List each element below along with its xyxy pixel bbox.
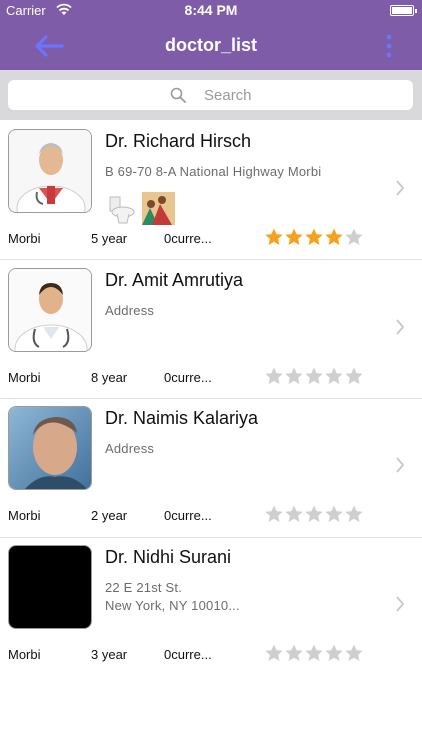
toilet-thumbnail-image [105,192,138,225]
status-bar: Carrier 8:44 PM [0,0,422,22]
top-bar: Carrier 8:44 PM doctor_list [0,0,422,70]
doctor-city: Morbi [8,370,41,385]
star-empty-icon [325,367,343,384]
star-empty-icon [345,644,363,661]
star-filled-icon [305,228,323,245]
chevron-right-icon [396,457,405,473]
battery-icon [390,5,417,16]
doctor-experience: 8 year [91,370,128,385]
doctor-row-richard-hirsch[interactable]: Dr. Richard Hirsch B 69-70 8-A National … [0,121,422,259]
star-filled-icon [265,228,283,245]
search-bar: Search [0,70,422,120]
doctor-row-amit-amrutiya[interactable]: Dr. Amit Amrutiya Address Morbi 8 year 0… [0,260,422,398]
star-empty-icon [265,505,283,522]
star-empty-icon [265,644,283,661]
search-placeholder: Search [204,87,252,104]
search-input[interactable]: Search [8,80,413,110]
doctor-city: Morbi [8,647,41,662]
doctor-current: 0curre... [164,370,212,385]
doctor-name: Dr. Amit Amrutiya [105,270,244,290]
rating-stars [264,366,364,386]
star-filled-icon [285,228,303,245]
doctor-photo [8,129,92,213]
rating-stars [264,227,364,247]
star-empty-icon [305,644,323,661]
status-time: 8:44 PM [184,2,238,18]
star-empty-icon [305,367,323,384]
doctor-city: Morbi [8,508,41,523]
doctor-current: 0curre... [164,647,212,662]
star-empty-icon [285,644,303,661]
doctor-address: Address [105,441,155,456]
star-empty-icon [345,505,363,522]
doctor-name: Dr. Richard Hirsch [105,131,252,151]
rating-stars [264,504,364,524]
star-empty-icon [325,644,343,661]
star-empty-icon [305,505,323,522]
doctor-address: B 69-70 8-A National Highway Morbi [105,164,322,179]
search-icon [170,87,186,103]
doctor-photo [8,268,92,352]
clinic-thumbnails [105,192,176,226]
chevron-right-icon [396,180,405,196]
doctor-name: Dr. Naimis Kalariya [105,408,259,428]
doctor-current: 0curre... [164,231,212,246]
doctor-experience: 5 year [91,231,128,246]
doctor-address: 22 E 21st St. New York, NY 10010... [105,580,240,613]
star-empty-icon [285,367,303,384]
star-empty-icon [325,505,343,522]
more-vertical-icon[interactable] [384,32,394,60]
navigation-bar: doctor_list [0,22,422,70]
chevron-right-icon [396,319,405,335]
star-empty-icon [285,505,303,522]
doctor-experience: 3 year [91,647,128,662]
doctor-photo [8,545,92,629]
doctor-experience: 2 year [91,508,128,523]
doctor-row-naimis-kalariya[interactable]: Dr. Naimis Kalariya Address Morbi 2 year… [0,398,422,536]
star-empty-icon [265,367,283,384]
doctor-address: Address [105,303,155,318]
star-empty-icon [345,367,363,384]
doctor-name: Dr. Nidhi Surani [105,547,232,567]
doctor-current: 0curre... [164,508,212,523]
back-arrow-icon[interactable] [30,32,66,60]
rating-stars [264,643,364,663]
doctor-photo [8,406,92,490]
couple-thumbnail-image [142,192,176,225]
chevron-right-icon [396,596,405,612]
star-filled-icon [325,228,343,245]
star-empty-icon [345,228,363,245]
doctor-row-nidhi-surani[interactable]: Dr. Nidhi Surani 22 E 21st St. New York,… [0,537,422,675]
doctor-city: Morbi [8,231,41,246]
